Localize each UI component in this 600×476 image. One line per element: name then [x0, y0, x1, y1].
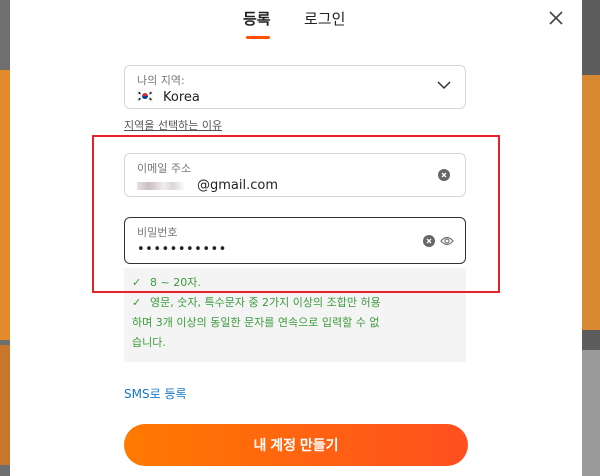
rule-combination-text-1: 영문, 숫자, 특수문자 중 2가지 이상의 조합만 허용 — [150, 296, 381, 309]
auth-tabs: 등록 로그인 — [10, 8, 582, 48]
region-select[interactable]: 나의 지역: Korea — [124, 65, 466, 109]
region-value-wrap: Korea — [137, 90, 200, 105]
rule-combination-line2: 하며 3개 이상의 동일한 문자를 연속으로 입력할 수 없 — [132, 316, 380, 329]
background-right — [582, 0, 600, 476]
check-icon: ✓ — [132, 296, 142, 309]
region-value: Korea — [163, 90, 200, 105]
korea-flag-icon — [137, 90, 153, 102]
active-tab-indicator — [246, 36, 270, 39]
rule-combination: ✓ 영문, 숫자, 특수문자 중 2가지 이상의 조합만 허용 — [132, 294, 381, 312]
region-label: 나의 지역: — [137, 74, 185, 87]
rule-combination-line3: 습니다. — [132, 336, 166, 349]
annotation-highlight-box — [92, 135, 500, 293]
tab-register[interactable]: 등록 — [243, 8, 271, 29]
create-account-button[interactable]: 내 계정 만들기 — [124, 424, 468, 466]
sms-register-link[interactable]: SMS로 등록 — [124, 385, 187, 402]
background-left — [0, 0, 10, 476]
close-icon[interactable] — [546, 8, 566, 28]
region-why-link[interactable]: 지역을 선택하는 이유 — [124, 117, 222, 133]
chevron-down-icon[interactable] — [437, 80, 451, 90]
tab-login[interactable]: 로그인 — [304, 8, 345, 29]
